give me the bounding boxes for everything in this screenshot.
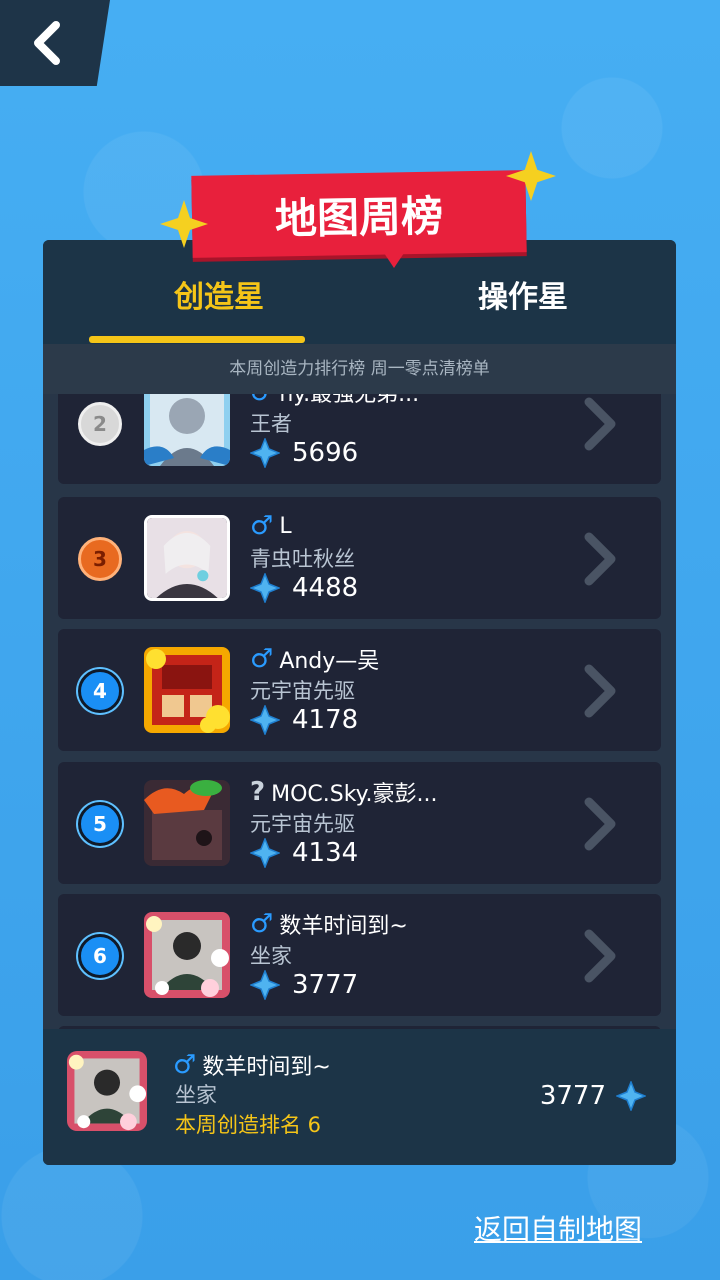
my-score: 3777 bbox=[540, 1081, 646, 1111]
score: 5696 bbox=[250, 438, 358, 468]
score-value: 4134 bbox=[292, 838, 359, 868]
male-icon: ♂ bbox=[250, 394, 273, 407]
player-name-line: ? MOC.Sky.豪彭... bbox=[250, 776, 438, 808]
chevron-left-icon bbox=[34, 21, 60, 65]
score-value: 5696 bbox=[292, 438, 359, 468]
player-title: 王者 bbox=[250, 412, 292, 436]
male-icon: ♂ bbox=[250, 644, 274, 674]
avatar bbox=[144, 394, 230, 466]
player-name-line: ♂ L bbox=[250, 511, 292, 541]
chevron-right-icon[interactable] bbox=[581, 928, 621, 984]
avatar bbox=[144, 912, 230, 998]
list-item[interactable]: 5 ? MOC.Sky.豪彭... 元宇宙先驱 4134 bbox=[58, 762, 661, 884]
chevron-right-icon[interactable] bbox=[581, 796, 621, 852]
score: 4134 bbox=[250, 838, 358, 868]
my-rank-text: 本周创造排名 6 bbox=[175, 1113, 322, 1137]
score: 4178 bbox=[250, 705, 358, 735]
my-title: 坐家 bbox=[175, 1083, 217, 1107]
banner-tail bbox=[382, 250, 406, 268]
leaderboard-panel: 创造星 操作星 本周创造力排行榜 周一零点清榜单 2 ♂ ny.最强无弟... bbox=[43, 240, 676, 1165]
avatar bbox=[144, 647, 230, 733]
my-avatar bbox=[67, 1051, 147, 1131]
player-name-line: ♂ 数羊时间到~ bbox=[250, 908, 408, 940]
tab-bar: 创造星 操作星 bbox=[43, 240, 676, 344]
tab-operator-star[interactable]: 操作星 bbox=[393, 270, 653, 330]
blue-star-icon bbox=[616, 1081, 646, 1111]
page-title: 地图周榜 bbox=[191, 170, 527, 258]
sparkle-star-icon bbox=[506, 151, 556, 201]
my-rank-card[interactable]: ♂ 数羊时间到~ 坐家 本周创造排名 6 3777 bbox=[43, 1029, 676, 1165]
blue-star-icon bbox=[250, 573, 280, 603]
rank-badge: 6 bbox=[78, 934, 122, 978]
blue-star-icon bbox=[250, 438, 280, 468]
list-item[interactable]: 4 ♂ Andy—吴 元宇宙先驱 4178 bbox=[58, 629, 661, 751]
leaderboard-subtitle: 本周创造力排行榜 周一零点清榜单 bbox=[43, 344, 676, 394]
player-name: Andy—吴 bbox=[279, 649, 380, 674]
my-name-line: ♂ 数羊时间到~ bbox=[173, 1049, 331, 1081]
chevron-right-icon[interactable] bbox=[581, 663, 621, 719]
blue-star-icon bbox=[250, 838, 280, 868]
rank-badge: 5 bbox=[78, 802, 122, 846]
rank-medal-bronze: 3 bbox=[78, 537, 122, 581]
player-name-line: ♂ Andy—吴 bbox=[250, 643, 379, 675]
player-title: 青虫吐秋丝 bbox=[250, 547, 355, 571]
male-icon: ♂ bbox=[250, 511, 274, 541]
player-title: 元宇宙先驱 bbox=[250, 812, 355, 836]
list-item[interactable]: 2 ♂ ny.最强无弟... 王者 5696 bbox=[58, 394, 661, 484]
my-score-value: 3777 bbox=[539, 1081, 606, 1111]
blue-star-icon bbox=[250, 970, 280, 1000]
player-name: ny.最强无弟... bbox=[279, 394, 420, 407]
male-icon: ♂ bbox=[173, 1050, 197, 1080]
chevron-right-icon[interactable] bbox=[581, 531, 621, 587]
back-button[interactable] bbox=[0, 0, 110, 86]
rank-medal-silver: 2 bbox=[78, 402, 122, 446]
tab-creator-star[interactable]: 创造星 bbox=[89, 270, 349, 330]
chevron-right-icon[interactable] bbox=[581, 396, 621, 452]
leaderboard-list[interactable]: 2 ♂ ny.最强无弟... 王者 5696 bbox=[43, 394, 676, 1029]
avatar bbox=[144, 780, 230, 866]
player-name: MOC.Sky.豪彭... bbox=[271, 782, 438, 807]
player-title: 坐家 bbox=[250, 944, 292, 968]
player-name-line: ♂ ny.最强无弟... bbox=[250, 394, 419, 408]
player-title: 元宇宙先驱 bbox=[250, 679, 355, 703]
unknown-gender-icon: ? bbox=[250, 777, 266, 807]
active-tab-indicator bbox=[89, 336, 305, 343]
male-icon: ♂ bbox=[250, 909, 274, 939]
list-item[interactable]: 6 ♂ 数羊时间到~ 坐家 3777 bbox=[58, 894, 661, 1016]
player-name: L bbox=[279, 513, 292, 539]
score: 4488 bbox=[250, 573, 358, 603]
list-item[interactable]: 3 ♂ L 青虫吐秋丝 4488 bbox=[58, 497, 661, 619]
score-value: 4488 bbox=[292, 573, 359, 603]
avatar bbox=[144, 515, 230, 601]
score-value: 3777 bbox=[292, 970, 359, 1000]
score-value: 4178 bbox=[292, 705, 359, 735]
my-name: 数羊时间到~ bbox=[202, 1055, 331, 1080]
return-to-custom-maps-link[interactable]: 返回自制地图 bbox=[474, 1208, 642, 1248]
score: 3777 bbox=[250, 970, 358, 1000]
player-name: 数羊时间到~ bbox=[279, 914, 408, 939]
rank-badge: 4 bbox=[78, 669, 122, 713]
blue-star-icon bbox=[250, 705, 280, 735]
sparkle-star-icon bbox=[160, 200, 208, 248]
